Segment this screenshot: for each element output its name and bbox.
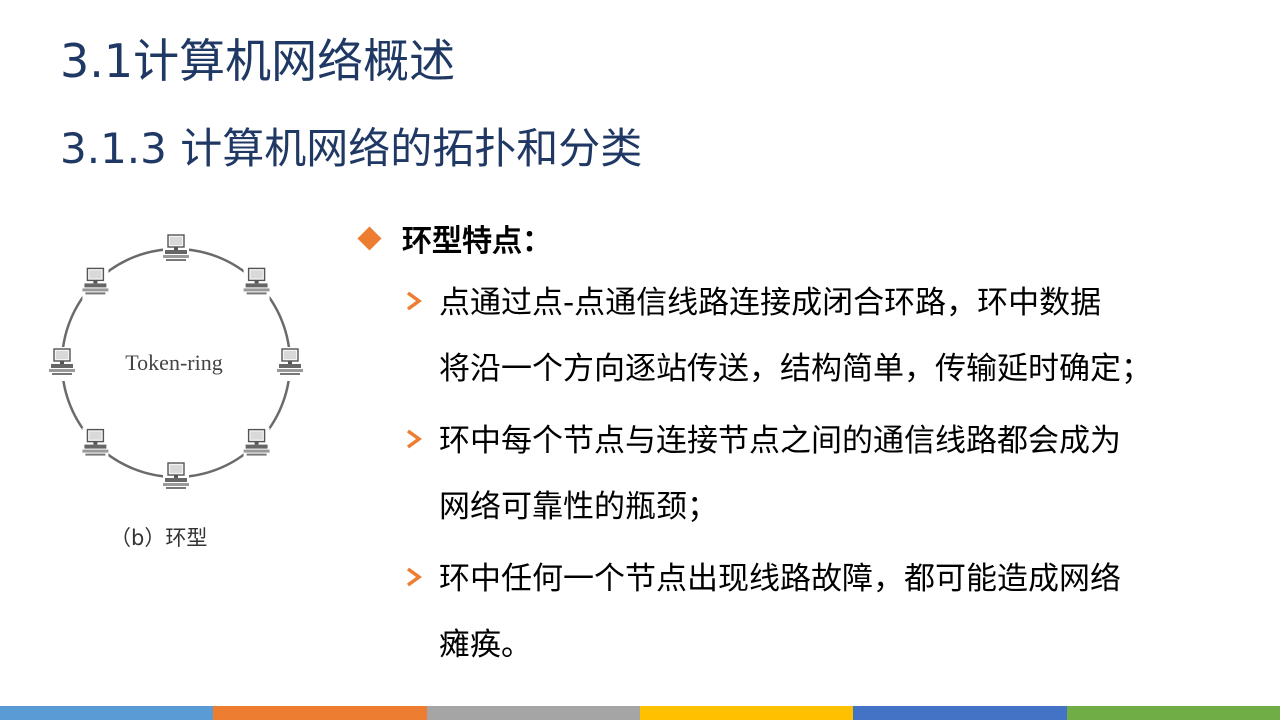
computer-node-icon xyxy=(49,347,75,381)
bullet-line: 环中每个节点与连接节点之间的通信线路都会成为 xyxy=(439,423,1121,459)
bottom-color-bar xyxy=(0,706,1280,720)
color-segment xyxy=(426,706,640,720)
computer-node-icon xyxy=(82,266,109,301)
bullet-line: 网络可靠性的瓶颈； xyxy=(439,489,718,525)
section-heading: 环型特点： xyxy=(402,224,552,259)
slide-subtitle: 3.1.3 计算机网络的拓扑和分类 xyxy=(60,124,643,173)
computer-node-icon xyxy=(243,266,270,301)
bullet-item: 环中每个节点与连接节点之间的通信线路都会成为 网络可靠性的瓶颈； xyxy=(355,408,1270,540)
bullet-item: 点通过点-点通信线路连接成闭合环路，环中数据 将沿一个方向逐站传送，结构简单，传… xyxy=(355,270,1270,402)
computer-node-icon xyxy=(82,427,109,462)
slide-title: 3.1计算机网络概述 xyxy=(60,34,456,88)
ring-label: Token-ring xyxy=(125,350,222,375)
color-segment xyxy=(639,706,854,720)
ring-topology-figure: Token-ring xyxy=(28,210,328,560)
figure-caption: （b）环型 xyxy=(110,526,208,550)
ring-topology-diagram: Token-ring xyxy=(49,233,303,495)
computer-node-icon xyxy=(163,233,189,267)
bullet-line: 将沿一个方向逐站传送，结构简单，传输延时确定； xyxy=(439,351,1152,387)
arrow-bullet-icon xyxy=(406,567,422,587)
bullet-line: 环中任何一个节点出现线路故障，都可能造成网络 xyxy=(439,561,1121,597)
computer-node-icon xyxy=(277,347,303,381)
bullet-line: 点通过点-点通信线路连接成闭合环路，环中数据 xyxy=(439,285,1102,321)
color-segment xyxy=(853,706,1067,720)
arrow-bullet-icon xyxy=(406,291,422,311)
diamond-bullet-icon xyxy=(357,225,382,251)
color-segment xyxy=(213,706,427,720)
heading-row: 环型特点： xyxy=(355,212,1270,264)
arrow-bullet-icon xyxy=(406,429,422,449)
computer-node-icon xyxy=(163,461,189,495)
content-area: 环型特点： 点通过点-点通信线路连接成闭合环路，环中数据 将沿一个方向逐站传送，… xyxy=(355,212,1270,678)
color-segment xyxy=(1066,706,1280,720)
bullet-line: 瘫痪。 xyxy=(439,627,532,663)
bullet-item: 环中任何一个节点出现线路故障，都可能造成网络 瘫痪。 xyxy=(355,546,1270,678)
computer-node-icon xyxy=(243,427,270,462)
color-segment xyxy=(0,706,214,720)
